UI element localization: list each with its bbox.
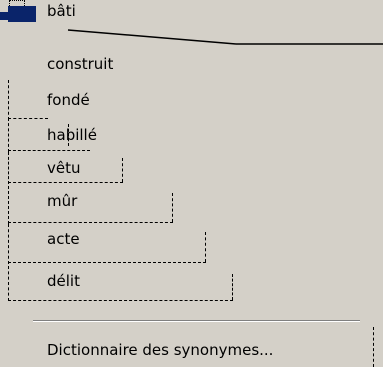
dotted-guide (8, 80, 9, 120)
menu-item-label: fondé (47, 91, 90, 109)
dotted-guide (8, 152, 9, 184)
menu-item-label: délit (47, 272, 80, 290)
menu-item-label: vêtu (47, 159, 81, 177)
menu-item-vetu[interactable]: vêtu (0, 151, 383, 186)
menu-item-label: acte (47, 230, 80, 248)
dotted-guide (205, 232, 206, 262)
dotted-guide (8, 182, 123, 183)
menu-item-label: mûr (47, 192, 78, 210)
dotted-guide (8, 186, 9, 224)
menu-item-bati[interactable]: bâti (0, 0, 383, 35)
menu-item-dictionnaire-des-synonymes[interactable]: Dictionnaire des synonymes... (0, 332, 383, 367)
dotted-guide (232, 274, 233, 300)
menu-item-habille[interactable]: habillé (0, 118, 383, 153)
menu-item-fonde[interactable]: fondé (0, 83, 383, 118)
dotted-guide (172, 193, 173, 222)
menu-item-construit[interactable]: construit (0, 47, 383, 82)
dotted-guide (8, 300, 233, 301)
dotted-guide (373, 327, 374, 367)
menu-item-label: Dictionnaire des synonymes... (47, 341, 274, 359)
menu-item-label: construit (47, 55, 114, 73)
dotted-guide (122, 158, 123, 182)
menu-item-mur[interactable]: mûr (0, 184, 383, 219)
dotted-guide (68, 124, 69, 146)
dotted-guide (8, 262, 206, 263)
synonyms-context-menu: bâti construit fondé habillé vêtu mûr ac… (0, 0, 383, 367)
dotted-guide (8, 118, 9, 152)
menu-item-acte[interactable]: acte (0, 222, 383, 257)
menu-item-label: habillé (47, 126, 97, 144)
menu-separator (33, 320, 360, 322)
menu-item-delit[interactable]: délit (0, 264, 383, 299)
dotted-guide (8, 224, 9, 264)
menu-item-label: bâti (47, 2, 76, 20)
dotted-guide (8, 266, 9, 301)
